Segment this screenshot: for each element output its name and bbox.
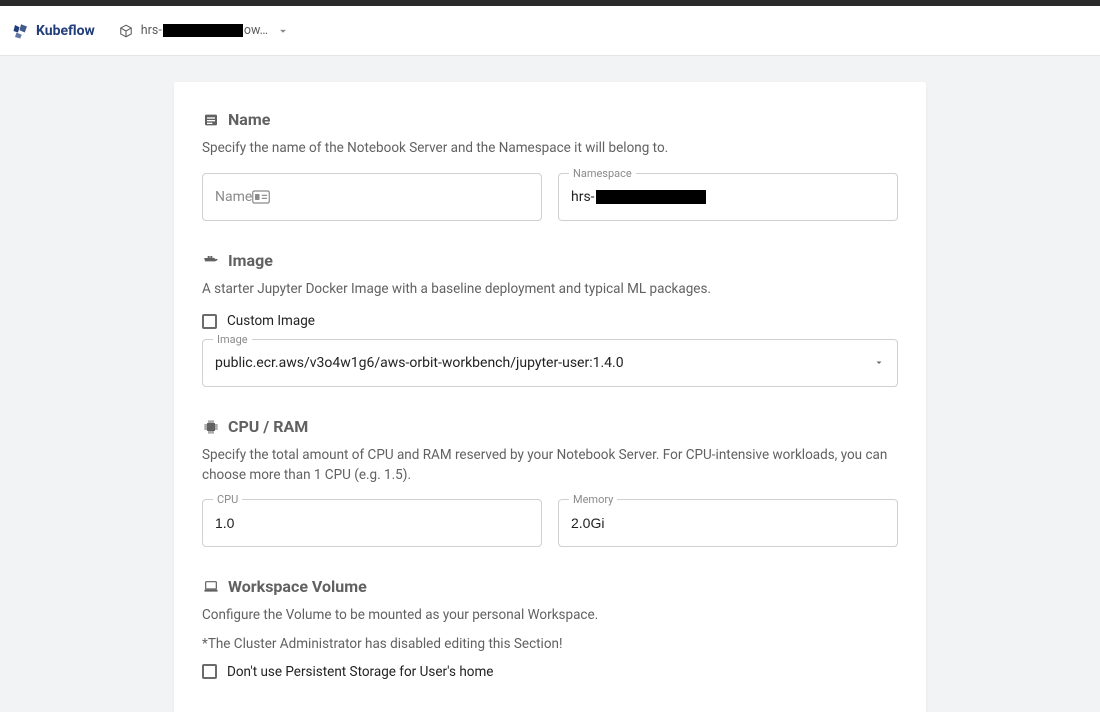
kubeflow-logo-icon xyxy=(12,22,30,40)
memory-field: Memory xyxy=(558,499,898,547)
cpu-input-wrap[interactable]: CPU xyxy=(202,499,542,547)
image-label: Image xyxy=(213,333,252,346)
cpu-field: CPU xyxy=(202,499,542,547)
section-cpu-ram: CPU / RAM Specify the total amount of CP… xyxy=(202,417,898,547)
name-input-wrap[interactable]: Name xyxy=(202,173,542,221)
image-value: public.ecr.aws/v3o4w1g6/aws-orbit-workbe… xyxy=(215,355,624,371)
namespace-redacted xyxy=(163,24,243,37)
section-title: Image xyxy=(228,251,273,270)
name-placeholder: Name xyxy=(215,189,252,205)
name-section-icon xyxy=(202,111,220,129)
chevron-down-icon xyxy=(276,24,290,38)
cpu-icon xyxy=(202,418,220,436)
namespace-label: Namespace xyxy=(569,167,636,180)
page-body: Name Specify the name of the Notebook Se… xyxy=(0,56,1100,712)
memory-input-wrap[interactable]: Memory xyxy=(558,499,898,547)
section-workspace-volume: Workspace Volume Configure the Volume to… xyxy=(202,577,898,680)
section-note: *The Cluster Administrator has disabled … xyxy=(202,636,898,652)
section-name: Name Specify the name of the Notebook Se… xyxy=(202,110,898,221)
memory-label: Memory xyxy=(569,493,617,506)
section-description: Configure the Volume to be mounted as yo… xyxy=(202,606,898,626)
docker-icon xyxy=(202,251,220,269)
box-icon xyxy=(119,24,133,38)
section-title: CPU / RAM xyxy=(228,417,308,436)
section-image: Image A starter Jupyter Docker Image wit… xyxy=(202,251,898,388)
brand-name: Kubeflow xyxy=(36,23,95,39)
no-persistent-storage-row: Don't use Persistent Storage for User's … xyxy=(202,664,898,680)
custom-image-checkbox-row: Custom Image xyxy=(202,313,898,329)
namespace-field: Namespace hrs- xyxy=(558,173,898,221)
app-header: Kubeflow hrs- ow… xyxy=(0,6,1100,56)
no-persistent-storage-label: Don't use Persistent Storage for User's … xyxy=(227,664,493,680)
memory-input[interactable] xyxy=(571,515,885,531)
custom-image-checkbox[interactable] xyxy=(202,314,217,329)
brand-logo[interactable]: Kubeflow xyxy=(12,22,95,40)
section-title: Name xyxy=(228,110,270,129)
section-description: Specify the total amount of CPU and RAM … xyxy=(202,446,898,485)
image-field: Image public.ecr.aws/v3o4w1g6/aws-orbit-… xyxy=(202,339,898,387)
form-card: Name Specify the name of the Notebook Se… xyxy=(174,82,926,712)
custom-image-label: Custom Image xyxy=(227,313,315,329)
chevron-down-icon xyxy=(873,354,885,373)
no-persistent-storage-checkbox[interactable] xyxy=(202,664,217,679)
namespace-label: hrs- ow… xyxy=(141,23,268,38)
section-title: Workspace Volume xyxy=(228,577,367,596)
id-card-icon xyxy=(252,190,270,204)
namespace-input-wrap[interactable]: Namespace hrs- xyxy=(558,173,898,221)
namespace-value-redacted xyxy=(596,190,706,204)
section-description: Specify the name of the Notebook Server … xyxy=(202,139,898,159)
laptop-icon xyxy=(202,578,220,596)
image-select[interactable]: Image public.ecr.aws/v3o4w1g6/aws-orbit-… xyxy=(202,339,898,387)
section-description: A starter Jupyter Docker Image with a ba… xyxy=(202,280,898,300)
namespace-value: hrs- xyxy=(571,189,706,205)
namespace-selector[interactable]: hrs- ow… xyxy=(119,23,290,38)
cpu-input[interactable] xyxy=(215,515,529,531)
cpu-label: CPU xyxy=(213,493,242,506)
name-field: Name xyxy=(202,173,542,221)
